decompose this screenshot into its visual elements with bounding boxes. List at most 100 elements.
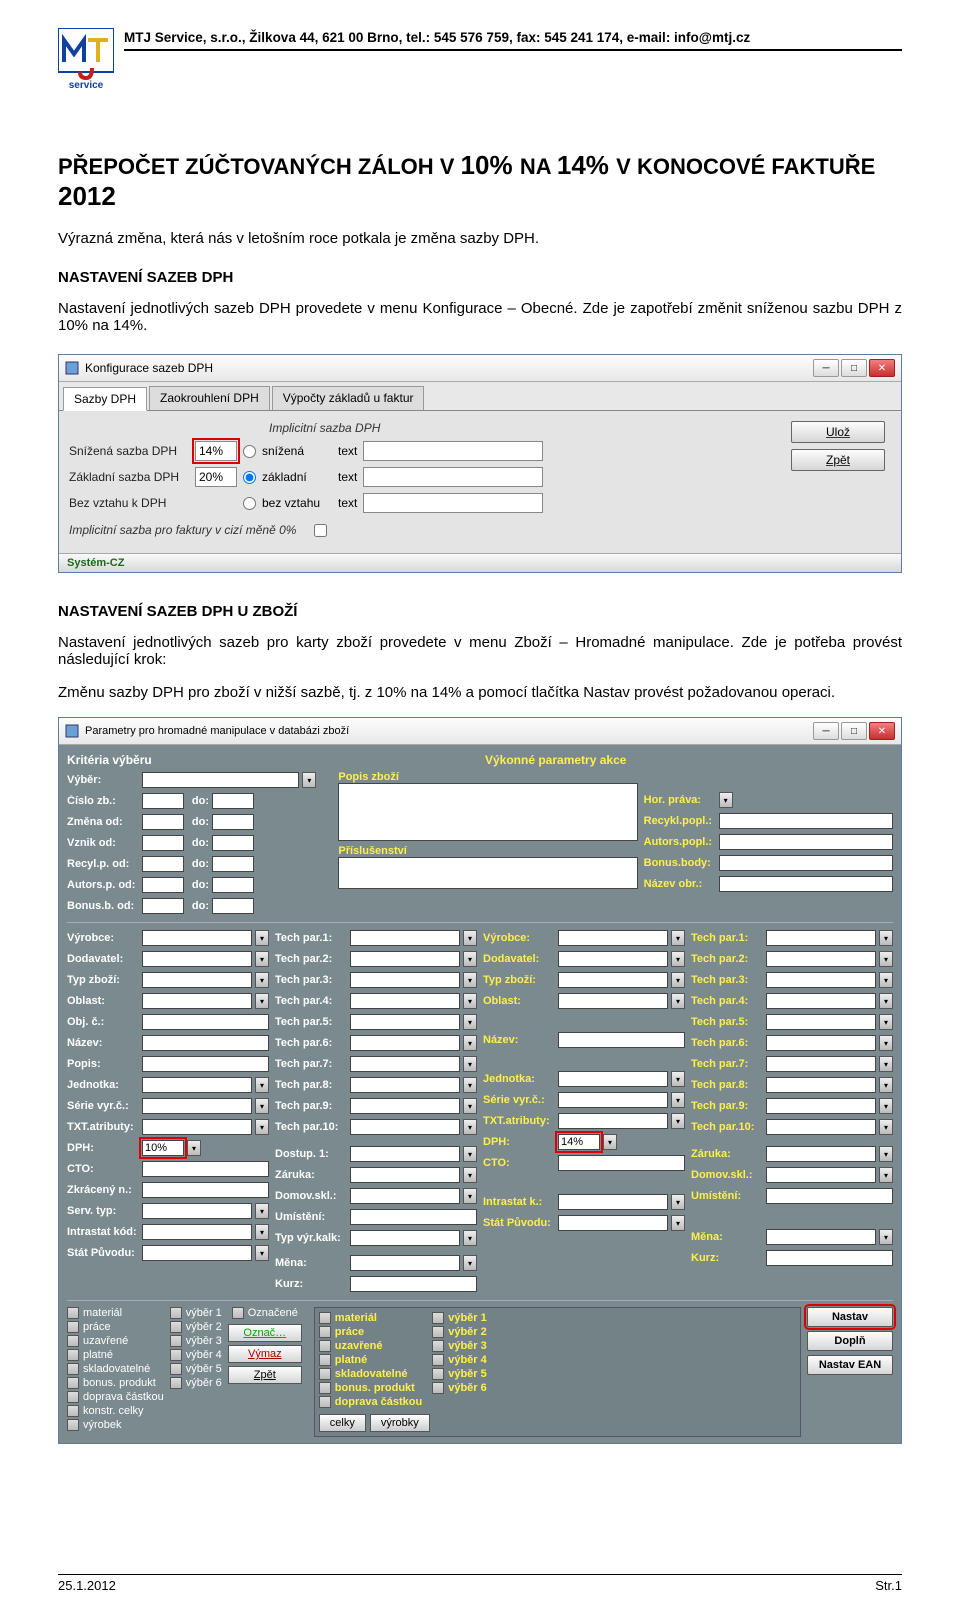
maximize-button[interactable]: □ [841, 722, 867, 740]
dropdown-icon[interactable]: ▾ [879, 993, 893, 1009]
check-výběr 3[interactable] [432, 1340, 444, 1352]
dodavatel-input[interactable] [142, 951, 252, 967]
minimize-button[interactable]: ─ [813, 722, 839, 740]
objc-input[interactable] [142, 1014, 269, 1030]
radio-bezvztahu[interactable] [243, 497, 256, 510]
dropdown-icon[interactable]: ▾ [879, 1014, 893, 1030]
y-serie-input[interactable] [558, 1092, 668, 1108]
y-techpar-1-input[interactable] [766, 930, 876, 946]
y-techpar-3-input[interactable] [766, 972, 876, 988]
recyklp-input[interactable] [719, 813, 893, 829]
oznac-button[interactable]: Označ… [228, 1324, 302, 1342]
y-typz-input[interactable] [558, 972, 668, 988]
radio-zakladni[interactable] [243, 471, 256, 484]
dropdown-icon[interactable]: ▾ [255, 1224, 269, 1240]
recyl-input[interactable] [142, 856, 184, 872]
nazev-input[interactable] [142, 1035, 269, 1051]
check-výběr 1[interactable] [432, 1312, 444, 1324]
check-výběr 5[interactable] [170, 1363, 182, 1375]
vyber-input[interactable] [142, 772, 299, 788]
dropdown-icon[interactable]: ▾ [463, 1077, 477, 1093]
tab-zaokrouhleni-dph[interactable]: Zaokrouhlení DPH [149, 386, 270, 410]
dropdown-icon[interactable]: ▾ [879, 1098, 893, 1114]
check-výběr 6[interactable] [170, 1377, 182, 1389]
bonusb-do-input[interactable] [212, 898, 254, 914]
dropdown-icon[interactable]: ▾ [255, 1245, 269, 1261]
kurz-input[interactable] [350, 1276, 477, 1292]
y-techpar-6-input[interactable] [766, 1035, 876, 1051]
y-jedn-input[interactable] [558, 1071, 668, 1087]
vznik-do-input[interactable] [212, 835, 254, 851]
check-výrobek[interactable] [67, 1419, 79, 1431]
domov-input[interactable] [350, 1188, 460, 1204]
text-input-1[interactable] [363, 441, 543, 461]
check-bonus. produkt[interactable] [319, 1382, 331, 1394]
check-práce[interactable] [67, 1321, 79, 1333]
dropdown-icon[interactable]: ▾ [463, 1146, 477, 1162]
vznik-input[interactable] [142, 835, 184, 851]
dropdown-icon[interactable]: ▾ [463, 1119, 477, 1135]
check-platné[interactable] [319, 1354, 331, 1366]
autorsp-input[interactable] [719, 834, 893, 850]
zkrac-input[interactable] [142, 1182, 269, 1198]
y-dodav-input[interactable] [558, 951, 668, 967]
maximize-button[interactable]: □ [841, 359, 867, 377]
dropdown-icon[interactable]: ▾ [255, 1119, 269, 1135]
dropdown-icon[interactable]: ▾ [255, 993, 269, 1009]
check-doprava částkou[interactable] [319, 1396, 331, 1408]
check-konstr. celky[interactable] [67, 1405, 79, 1417]
y-oblast-input[interactable] [558, 993, 668, 1009]
dropdown-icon[interactable]: ▾ [671, 972, 685, 988]
dropdown-icon[interactable]: ▾ [255, 930, 269, 946]
celky-button[interactable]: celky [319, 1414, 366, 1432]
back-button[interactable]: Zpět [791, 449, 885, 471]
dropdown-icon[interactable]: ▾ [879, 930, 893, 946]
y-nazev-input[interactable] [558, 1032, 685, 1048]
implicit-fx-checkbox[interactable] [314, 524, 327, 537]
dropdown-icon[interactable]: ▾ [879, 1229, 893, 1245]
y-domov-input[interactable] [766, 1167, 876, 1183]
y-techpar-2-input[interactable] [766, 951, 876, 967]
dropdown-icon[interactable]: ▾ [255, 1203, 269, 1219]
dropdown-icon[interactable]: ▾ [671, 1071, 685, 1087]
check-výběr 5[interactable] [432, 1368, 444, 1380]
y-cto-input[interactable] [558, 1155, 685, 1171]
techpar-9-input[interactable] [350, 1098, 460, 1114]
dropdown-icon[interactable]: ▾ [879, 951, 893, 967]
dropdown-icon[interactable]: ▾ [463, 1188, 477, 1204]
umist-input[interactable] [350, 1209, 477, 1225]
dropdown-icon[interactable]: ▾ [187, 1140, 201, 1156]
y-techpar-8-input[interactable] [766, 1077, 876, 1093]
dropdown-icon[interactable]: ▾ [879, 972, 893, 988]
serie-input[interactable] [142, 1098, 252, 1114]
popis-textarea[interactable] [338, 783, 637, 841]
y-mena-input[interactable] [766, 1229, 876, 1245]
dropdown-icon[interactable]: ▾ [463, 1255, 477, 1271]
techpar-7-input[interactable] [350, 1056, 460, 1072]
bonusb-r-input[interactable] [719, 855, 893, 871]
nastav-button[interactable]: Nastav [807, 1307, 893, 1327]
snizena-input[interactable] [195, 441, 237, 461]
techpar-5-input[interactable] [350, 1014, 460, 1030]
cislo-do-input[interactable] [212, 793, 254, 809]
dropdown-icon[interactable]: ▾ [671, 1215, 685, 1231]
techpar-1-input[interactable] [350, 930, 460, 946]
cto-input[interactable] [142, 1161, 269, 1177]
check-uzavřené[interactable] [67, 1335, 79, 1347]
save-button[interactable]: Ulož [791, 421, 885, 443]
oznacene-check[interactable] [232, 1307, 244, 1319]
dropdown-icon[interactable]: ▾ [463, 1035, 477, 1051]
y-statp-input[interactable] [558, 1215, 668, 1231]
dropdown-icon[interactable]: ▾ [879, 1077, 893, 1093]
check-výběr 6[interactable] [432, 1382, 444, 1394]
zaruka-input[interactable] [350, 1167, 460, 1183]
dph-right-input[interactable] [558, 1134, 600, 1150]
dropdown-icon[interactable]: ▾ [463, 972, 477, 988]
zpet-button[interactable]: Zpět [228, 1366, 302, 1384]
dropdown-icon[interactable]: ▾ [255, 1077, 269, 1093]
dropdown-icon[interactable]: ▾ [463, 1056, 477, 1072]
check-výběr 1[interactable] [170, 1307, 182, 1319]
dropdown-icon[interactable]: ▾ [463, 1014, 477, 1030]
check-výběr 2[interactable] [432, 1326, 444, 1338]
minimize-button[interactable]: ─ [813, 359, 839, 377]
